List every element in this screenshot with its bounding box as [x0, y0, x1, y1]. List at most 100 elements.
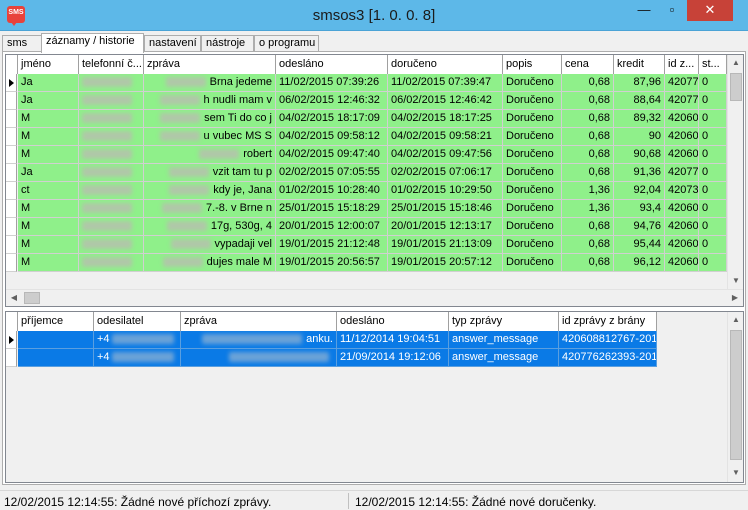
table-row[interactable]: M 7.-8. v Brne n 25/01/2015 15:18:29 25/01/…: [6, 200, 727, 218]
cell-price[interactable]: 0,68: [562, 74, 614, 92]
cell-delivered[interactable]: 02/02/2015 07:06:17: [388, 164, 503, 182]
cell-name[interactable]: ct: [18, 182, 79, 200]
row-selector[interactable]: [6, 74, 17, 92]
cell-status[interactable]: Doručeno: [503, 74, 562, 92]
cell-status[interactable]: Doručeno: [503, 110, 562, 128]
cell-status[interactable]: Doručeno: [503, 128, 562, 146]
row-selector[interactable]: [6, 349, 17, 367]
upper-vertical-scrollbar[interactable]: ▲ ▼: [727, 55, 743, 290]
cell-sent[interactable]: 20/01/2015 12:00:07: [276, 218, 388, 236]
cell-price[interactable]: 0,68: [562, 218, 614, 236]
table-row[interactable]: Ja vzit tam tu p 02/02/2015 07:05:55 02/02/…: [6, 164, 727, 182]
cell-name[interactable]: M: [18, 218, 79, 236]
row-selector[interactable]: [6, 331, 17, 349]
col-gateway-message-id[interactable]: id zprávy z brány: [559, 312, 657, 331]
row-selector[interactable]: [6, 200, 17, 218]
col-recipient[interactable]: příjemce: [18, 312, 94, 331]
cell-state[interactable]: 0: [699, 254, 727, 272]
scroll-down-icon[interactable]: ▼: [728, 465, 743, 481]
cell-status[interactable]: Doručeno: [503, 164, 562, 182]
table-row[interactable]: +4 anku. 11/12/2014 19:04:51 answer_message…: [6, 331, 657, 349]
col-sender[interactable]: odesilatel: [94, 312, 181, 331]
cell-credit[interactable]: 87,96: [614, 74, 665, 92]
received-messages-grid[interactable]: příjemce odesilatel zpráva odesláno typ …: [5, 311, 744, 483]
cell-status[interactable]: Doručeno: [503, 200, 562, 218]
cell-name[interactable]: Ja: [18, 164, 79, 182]
cell-state[interactable]: 0: [699, 218, 727, 236]
cell-price[interactable]: 1,36: [562, 200, 614, 218]
cell-name[interactable]: M: [18, 146, 79, 164]
col-gateway-id[interactable]: id z...: [665, 55, 699, 74]
cell-price[interactable]: 0,68: [562, 254, 614, 272]
cell-message[interactable]: u vubec MS S: [144, 128, 276, 146]
cell-sent[interactable]: 11/02/2015 07:39:26: [276, 74, 388, 92]
cell-credit[interactable]: 92,04: [614, 182, 665, 200]
cell-delivered[interactable]: 04/02/2015 09:47:56: [388, 146, 503, 164]
cell-message[interactable]: vzit tam tu p: [144, 164, 276, 182]
cell-status[interactable]: Doručeno: [503, 218, 562, 236]
cell-price[interactable]: 0,68: [562, 110, 614, 128]
cell-sent[interactable]: 01/02/2015 10:28:40: [276, 182, 388, 200]
cell-price[interactable]: 1,36: [562, 182, 614, 200]
cell-name[interactable]: M: [18, 128, 79, 146]
cell-message[interactable]: kdy je, Jana: [144, 182, 276, 200]
cell-message[interactable]: 7.-8. v Brne n: [144, 200, 276, 218]
table-row[interactable]: M 17g, 530g, 4 20/01/2015 12:00:07 20/01/20…: [6, 218, 727, 236]
row-selector[interactable]: [6, 182, 17, 200]
cell-message-type[interactable]: answer_message: [449, 331, 559, 349]
cell-recipient[interactable]: [18, 349, 94, 367]
cell-message[interactable]: vypadaji vel: [144, 236, 276, 254]
cell-name[interactable]: M: [18, 236, 79, 254]
cell-status[interactable]: Doručeno: [503, 236, 562, 254]
table-row[interactable]: Ja h nudli mam v 06/02/2015 12:46:32 06/02/…: [6, 92, 727, 110]
cell-delivered[interactable]: 19/01/2015 21:13:09: [388, 236, 503, 254]
cell-price[interactable]: 0,68: [562, 128, 614, 146]
tab-history[interactable]: záznamy / historie: [41, 33, 144, 53]
tab-tools[interactable]: nástroje: [201, 35, 254, 52]
cell-phone[interactable]: [79, 92, 144, 110]
cell-sent[interactable]: 04/02/2015 09:58:12: [276, 128, 388, 146]
cell-gateway-id[interactable]: 42060: [665, 110, 699, 128]
cell-sent[interactable]: 11/12/2014 19:04:51: [337, 331, 449, 349]
cell-message[interactable]: dujes male M: [144, 254, 276, 272]
cell-credit[interactable]: 88,64: [614, 92, 665, 110]
col-message[interactable]: zpráva: [144, 55, 276, 74]
scroll-up-icon[interactable]: ▲: [728, 55, 743, 71]
cell-sender[interactable]: +4: [94, 349, 181, 367]
minimize-button[interactable]: —: [631, 0, 657, 21]
table-row[interactable]: Msem Ti do co j 04/02/2015 18:17:09 04/02/…: [6, 110, 727, 128]
cell-delivered[interactable]: 01/02/2015 10:29:50: [388, 182, 503, 200]
row-selector[interactable]: [6, 164, 17, 182]
cell-gateway-id[interactable]: 42077: [665, 74, 699, 92]
cell-message[interactable]: sem Ti do co j: [144, 110, 276, 128]
row-selector[interactable]: [6, 218, 17, 236]
cell-gateway-id[interactable]: 42060: [665, 200, 699, 218]
table-row[interactable]: Ja Brna jedeme 11/02/2015 07:39:26 11/02/20…: [6, 74, 727, 92]
cell-recipient[interactable]: [18, 331, 94, 349]
table-row[interactable]: Mvypadaji vel 19/01/2015 21:12:48 19/01/20…: [6, 236, 727, 254]
cell-phone[interactable]: [79, 74, 144, 92]
cell-price[interactable]: 0,68: [562, 92, 614, 110]
table-row[interactable]: Mrobert 04/02/2015 09:47:40 04/02/2015 09:…: [6, 146, 727, 164]
tab-sms[interactable]: sms: [2, 35, 42, 52]
cell-sent[interactable]: 25/01/2015 15:18:29: [276, 200, 388, 218]
cell-delivered[interactable]: 20/01/2015 12:13:17: [388, 218, 503, 236]
col-price[interactable]: cena: [562, 55, 614, 74]
cell-credit[interactable]: 90,68: [614, 146, 665, 164]
cell-sent[interactable]: 19/01/2015 21:12:48: [276, 236, 388, 254]
cell-delivered[interactable]: 04/02/2015 18:17:25: [388, 110, 503, 128]
cell-delivered[interactable]: 04/02/2015 09:58:21: [388, 128, 503, 146]
cell-credit[interactable]: 93,4: [614, 200, 665, 218]
cell-gateway-id[interactable]: 42073: [665, 182, 699, 200]
col-name[interactable]: jméno: [18, 55, 79, 74]
cell-delivered[interactable]: 19/01/2015 20:57:12: [388, 254, 503, 272]
cell-phone[interactable]: [79, 182, 144, 200]
upper-horizontal-scrollbar[interactable]: ◀ ▶: [6, 289, 743, 306]
cell-sent[interactable]: 21/09/2014 19:12:06: [337, 349, 449, 367]
table-row[interactable]: Mu vubec MS S 04/02/2015 09:58:12 04/02/20…: [6, 128, 727, 146]
row-selector[interactable]: [6, 146, 17, 164]
cell-state[interactable]: 0: [699, 92, 727, 110]
cell-message[interactable]: h nudli mam v: [144, 92, 276, 110]
cell-phone[interactable]: [79, 236, 144, 254]
close-button[interactable]: ✕: [687, 0, 733, 21]
